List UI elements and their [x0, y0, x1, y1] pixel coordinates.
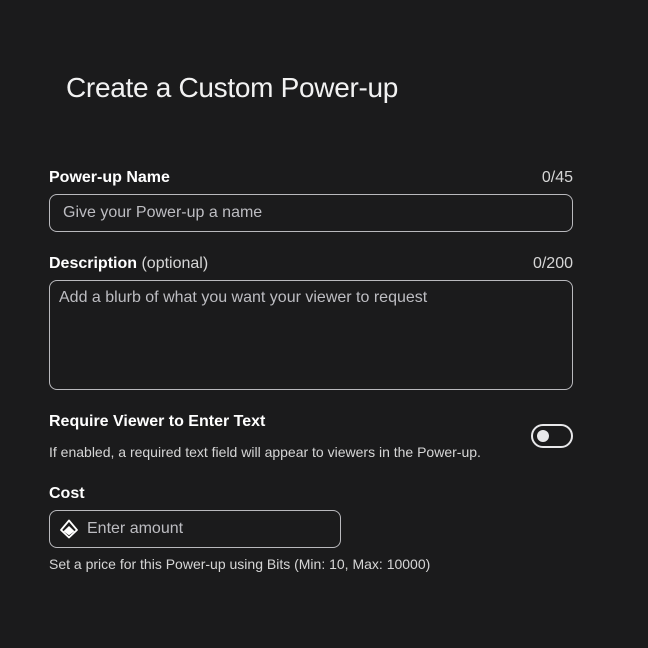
cost-hint: Set a price for this Power-up using Bits…	[49, 556, 431, 572]
cost-label: Cost	[49, 485, 85, 502]
toggle-knob	[537, 430, 549, 442]
cost-amount-input[interactable]	[87, 512, 340, 546]
description-label: Description (optional)	[49, 255, 208, 273]
cost-input-box[interactable]	[49, 510, 341, 548]
description-char-counter: 0/200	[532, 255, 573, 272]
require-text-label: Require Viewer to Enter Text	[49, 413, 266, 430]
name-label: Power-up Name	[49, 169, 170, 187]
create-power-up-panel: Create a Custom Power-up Power-up Name 0…	[0, 0, 648, 648]
bits-icon	[59, 519, 79, 539]
name-label-text: Power-up Name	[49, 169, 170, 186]
name-char-counter: 0/45	[541, 169, 573, 186]
description-textarea[interactable]	[49, 280, 573, 390]
require-text-hint: If enabled, a required text field will a…	[49, 444, 481, 460]
power-up-name-input[interactable]	[49, 194, 573, 232]
optional-tag: (optional)	[141, 255, 209, 272]
description-label-text: Description	[49, 255, 138, 272]
require-text-toggle[interactable]	[531, 424, 573, 448]
page-title: Create a Custom Power-up	[66, 72, 399, 103]
